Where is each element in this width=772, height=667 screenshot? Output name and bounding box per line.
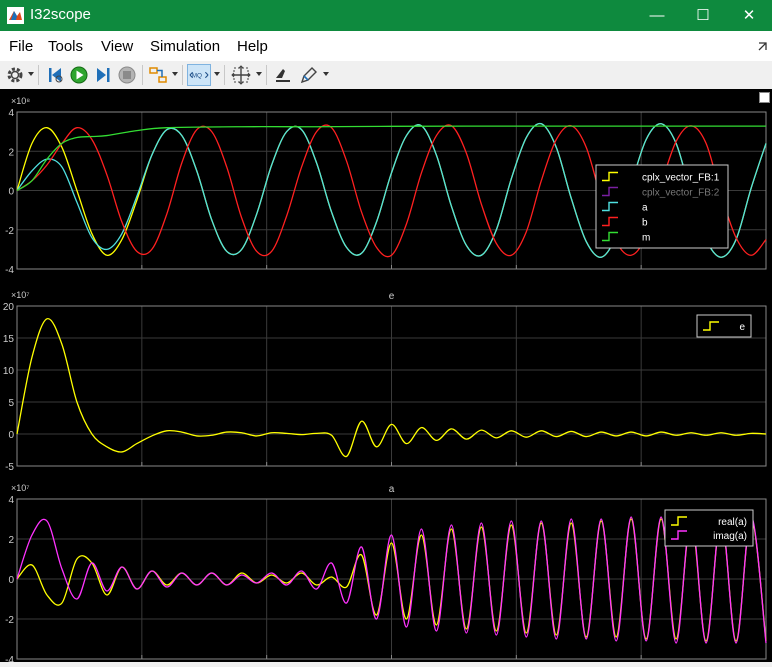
y-tick-label: -5	[5, 462, 14, 473]
y-tick-label: 0	[8, 430, 14, 441]
legend-label: m	[642, 233, 650, 244]
y-tick-label: 15	[3, 334, 15, 345]
style-dropdown[interactable]	[323, 72, 329, 76]
window-title: I32scope	[30, 6, 91, 23]
svg-text:MQ: MQ	[192, 73, 202, 80]
axes-title: e	[389, 291, 395, 302]
axes-title: a	[389, 484, 395, 495]
y-tick-label: 5	[8, 398, 14, 409]
title-bar: I32scope — ☐ ✕	[0, 0, 772, 31]
y-tick-label: 2	[8, 147, 14, 158]
toolbar: MQ	[0, 61, 772, 90]
y-tick-label: 10	[3, 366, 15, 377]
menu-tools[interactable]: Tools	[48, 38, 83, 55]
step-forward-icon[interactable]	[92, 64, 114, 86]
zoom-dropdown[interactable]	[214, 72, 220, 76]
legend-label: cplx_vector_FB:2	[642, 188, 720, 199]
menu-simulation[interactable]: Simulation	[150, 38, 220, 55]
exponent-label: ×10⁷	[11, 290, 30, 300]
step-back-icon[interactable]	[44, 64, 66, 86]
undock-axes-button[interactable]	[759, 92, 770, 103]
y-tick-label: 2	[8, 535, 14, 546]
cursor-measurements-icon[interactable]	[272, 64, 294, 86]
scope-plots: 420-2-4×10⁸cplx_vector_FB:1cplx_vector_F…	[3, 96, 767, 666]
maximize-button[interactable]: ☐	[680, 0, 726, 31]
legend-label: imag(a)	[713, 531, 747, 542]
menu-file[interactable]: File	[9, 38, 33, 55]
highlight-signal-icon[interactable]	[147, 64, 169, 86]
y-tick-label: -2	[5, 226, 14, 237]
matlab-icon	[7, 7, 24, 24]
y-tick-label: -4	[5, 655, 14, 662]
fit-dropdown[interactable]	[256, 72, 262, 76]
y-tick-label: -2	[5, 615, 14, 626]
y-tick-label: -4	[5, 265, 14, 276]
y-tick-label: 4	[8, 495, 14, 506]
menu-bar: File Tools View Simulation Help	[0, 31, 772, 61]
legend-label: b	[642, 218, 648, 229]
highlight-dropdown[interactable]	[172, 72, 178, 76]
legend-label: cplx_vector_FB:1	[642, 173, 720, 184]
y-tick-label: 4	[8, 108, 14, 119]
scope-figure: 4 2 0 -2 -4 ×10⁸ cplx_vector_FB:1 cplx_vector_F…	[0, 89, 772, 666]
style-icon[interactable]	[298, 64, 320, 86]
settings-dropdown[interactable]	[28, 72, 34, 76]
exponent-label: ×10⁸	[11, 96, 30, 106]
settings-icon[interactable]	[4, 64, 26, 86]
toolbar-separator	[266, 65, 267, 85]
stop-icon[interactable]	[116, 64, 138, 86]
y-tick-label: 20	[3, 302, 15, 313]
undock-arrow-icon[interactable]	[758, 41, 768, 51]
fit-to-view-icon[interactable]	[230, 64, 252, 86]
legend-label: real(a)	[718, 517, 747, 528]
close-button[interactable]: ✕	[726, 0, 772, 31]
menu-help[interactable]: Help	[237, 38, 268, 55]
zoom-icon[interactable]: MQ	[187, 64, 211, 86]
minimize-button[interactable]: —	[634, 0, 680, 31]
toolbar-separator	[182, 65, 183, 85]
toolbar-separator	[224, 65, 225, 85]
menu-view[interactable]: View	[101, 38, 133, 55]
legend-label: e	[739, 322, 745, 333]
toolbar-separator	[142, 65, 143, 85]
run-icon[interactable]	[68, 64, 90, 86]
legend-label: a	[642, 203, 648, 214]
y-tick-label: 0	[8, 575, 14, 586]
exponent-label: ×10⁷	[11, 483, 30, 493]
y-tick-label: 0	[8, 187, 14, 198]
toolbar-separator	[38, 65, 39, 85]
